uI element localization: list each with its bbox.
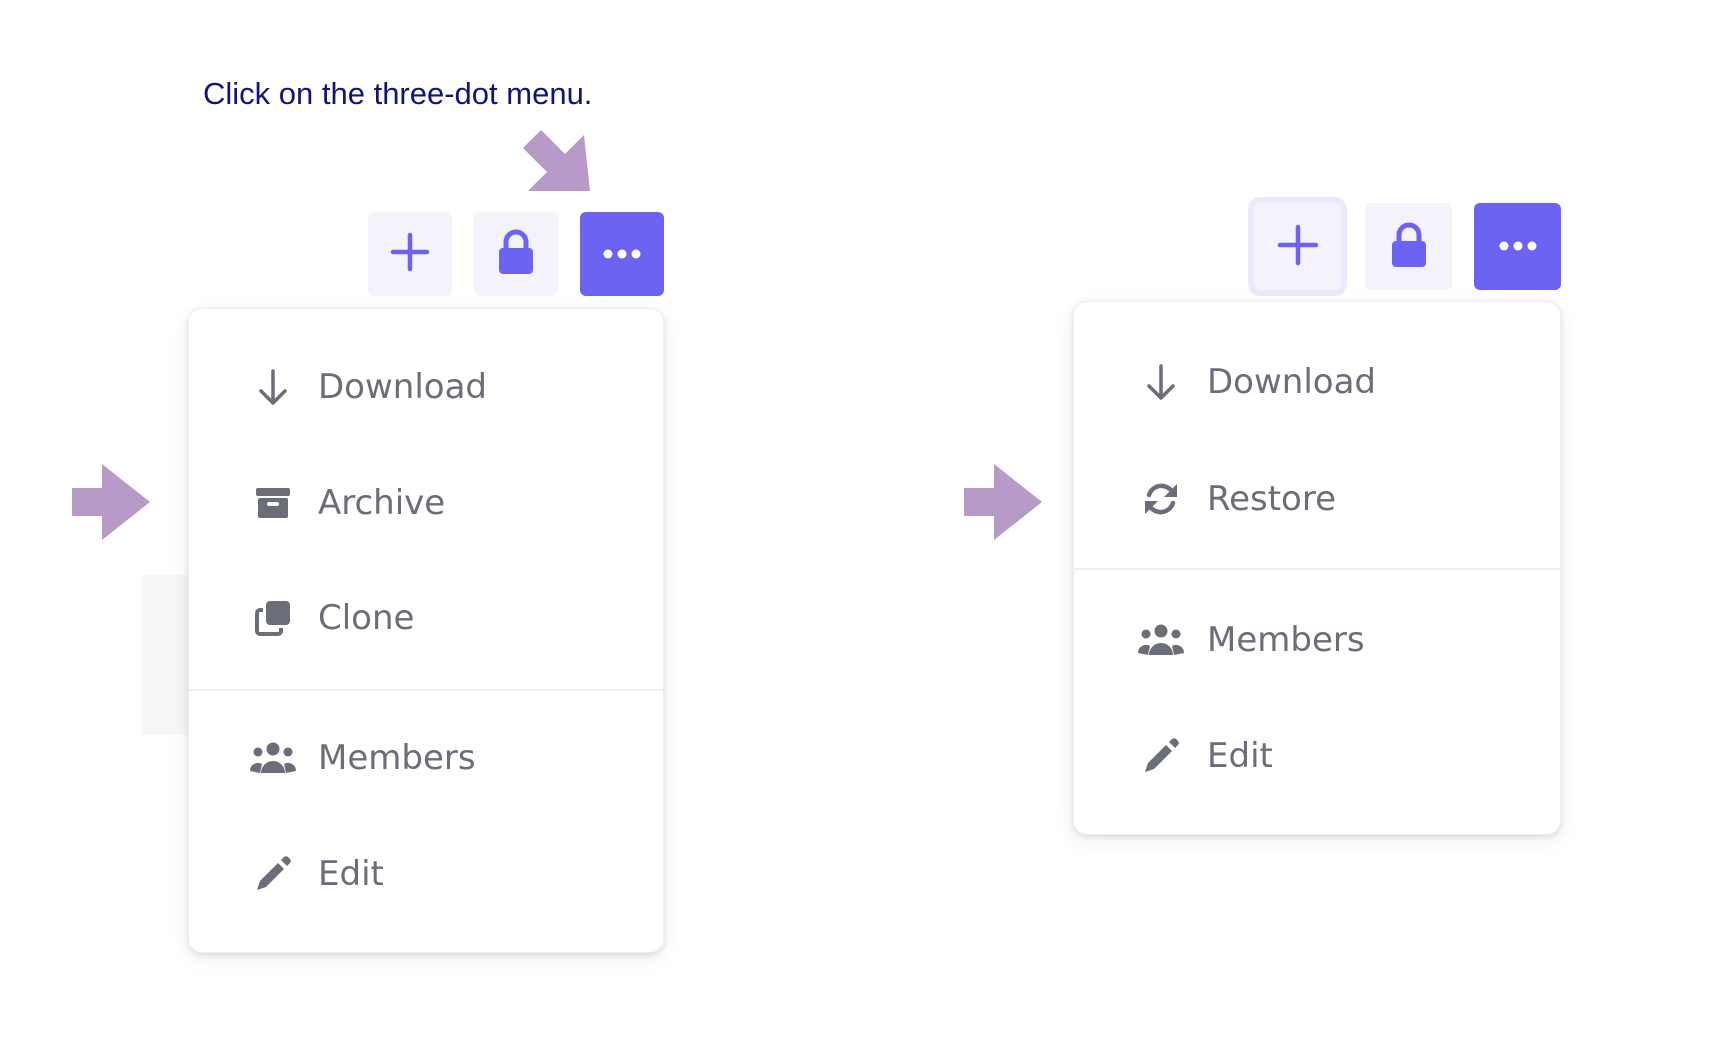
more-options-button[interactable] [1474,203,1561,290]
ellipsis-icon [1498,237,1538,256]
arrow-down-icon [253,367,293,407]
pencil-icon [253,854,293,894]
menu-item-label: Clone [318,597,415,638]
lock-icon [1391,222,1427,272]
menu-item-label: Edit [1207,735,1273,776]
hint-arrow-diagonal [518,125,593,193]
menu-divider [189,689,663,691]
users-icon [1137,620,1185,660]
menu-item-label: Members [1207,619,1365,660]
menu-item-label: Download [1207,361,1377,402]
users-icon [249,738,297,778]
archive-box-icon [253,483,293,523]
menu-item-members[interactable]: Members [189,720,663,795]
more-options-button[interactable] [580,212,664,296]
hint-arrow-right-panel [964,462,1044,542]
menu-item-label: Download [318,366,488,407]
plus-icon [390,232,430,276]
menu-item-edit[interactable]: Edit [1074,718,1560,793]
right-options-menu: Download Restore Members Edit [1073,301,1561,835]
lock-button[interactable] [474,212,558,296]
lock-icon [498,229,534,279]
menu-item-label: Restore [1207,478,1337,519]
menu-item-label: Members [318,737,476,778]
menu-item-download[interactable]: Download [1074,344,1560,419]
background-panel [142,575,192,735]
hint-arrow-left-panel [72,462,152,542]
add-button[interactable] [1254,203,1341,290]
instruction-text: Click on the three-dot menu. [203,76,593,111]
left-options-menu: Download Archive Clone Members Edit [188,308,664,953]
arrow-down-icon [1141,362,1181,402]
menu-item-archive[interactable]: Archive [189,465,663,540]
pencil-icon [1141,736,1181,776]
menu-item-edit[interactable]: Edit [189,836,663,911]
add-button[interactable] [368,212,452,296]
menu-item-restore[interactable]: Restore [1074,461,1560,536]
menu-item-members[interactable]: Members [1074,602,1560,677]
menu-item-label: Edit [318,853,384,894]
clone-icon [253,598,293,638]
menu-divider [1074,568,1560,570]
menu-item-download[interactable]: Download [189,349,663,424]
ellipsis-icon [602,245,642,264]
sync-icon [1141,479,1181,519]
plus-icon [1277,224,1319,270]
menu-item-label: Archive [318,482,446,523]
menu-item-clone[interactable]: Clone [189,580,663,655]
lock-button[interactable] [1365,203,1452,290]
